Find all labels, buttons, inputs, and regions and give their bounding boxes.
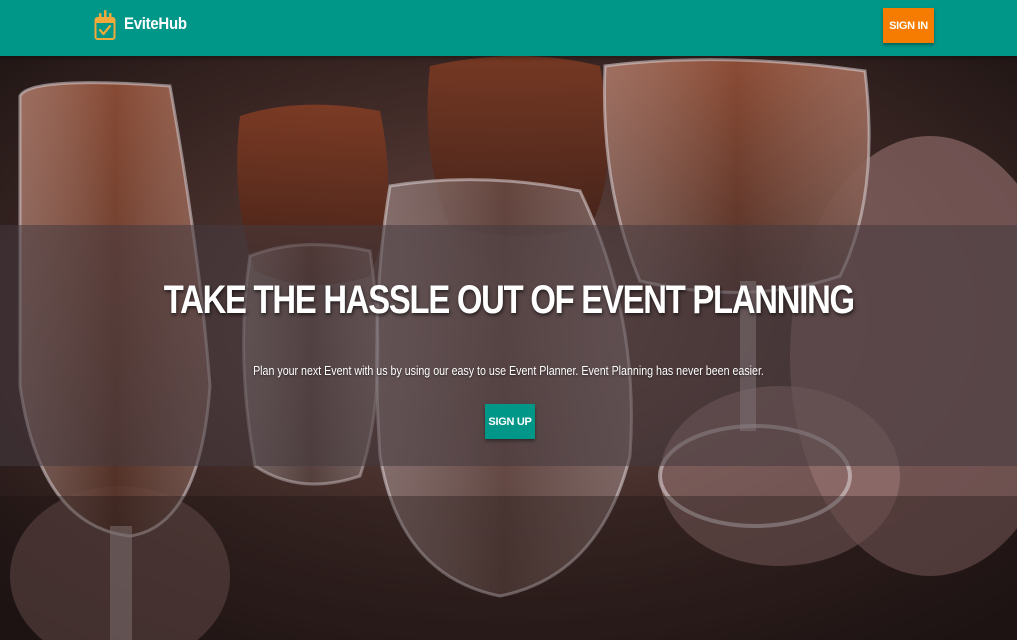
brand-logo-link[interactable]: EviteHub	[94, 7, 195, 41]
top-navbar: EviteHub SIGN IN	[0, 0, 1017, 56]
hero-headline: TAKE THE HASSLE OUT OF EVENT PLANNING	[0, 278, 1017, 323]
hero-headline-text: TAKE THE HASSLE OUT OF EVENT PLANNING	[163, 278, 854, 322]
sign-up-button[interactable]: SIGN UP	[485, 404, 535, 439]
sign-in-button[interactable]: SIGN IN	[883, 8, 934, 43]
hero-subtext: Plan your next Event with us by using ou…	[0, 363, 1017, 378]
calendar-check-icon	[94, 10, 116, 40]
hero-section: TAKE THE HASSLE OUT OF EVENT PLANNING Pl…	[0, 56, 1017, 640]
brand-name: EviteHub	[124, 14, 187, 33]
hero-subtext-text: Plan your next Event with us by using ou…	[253, 363, 764, 378]
